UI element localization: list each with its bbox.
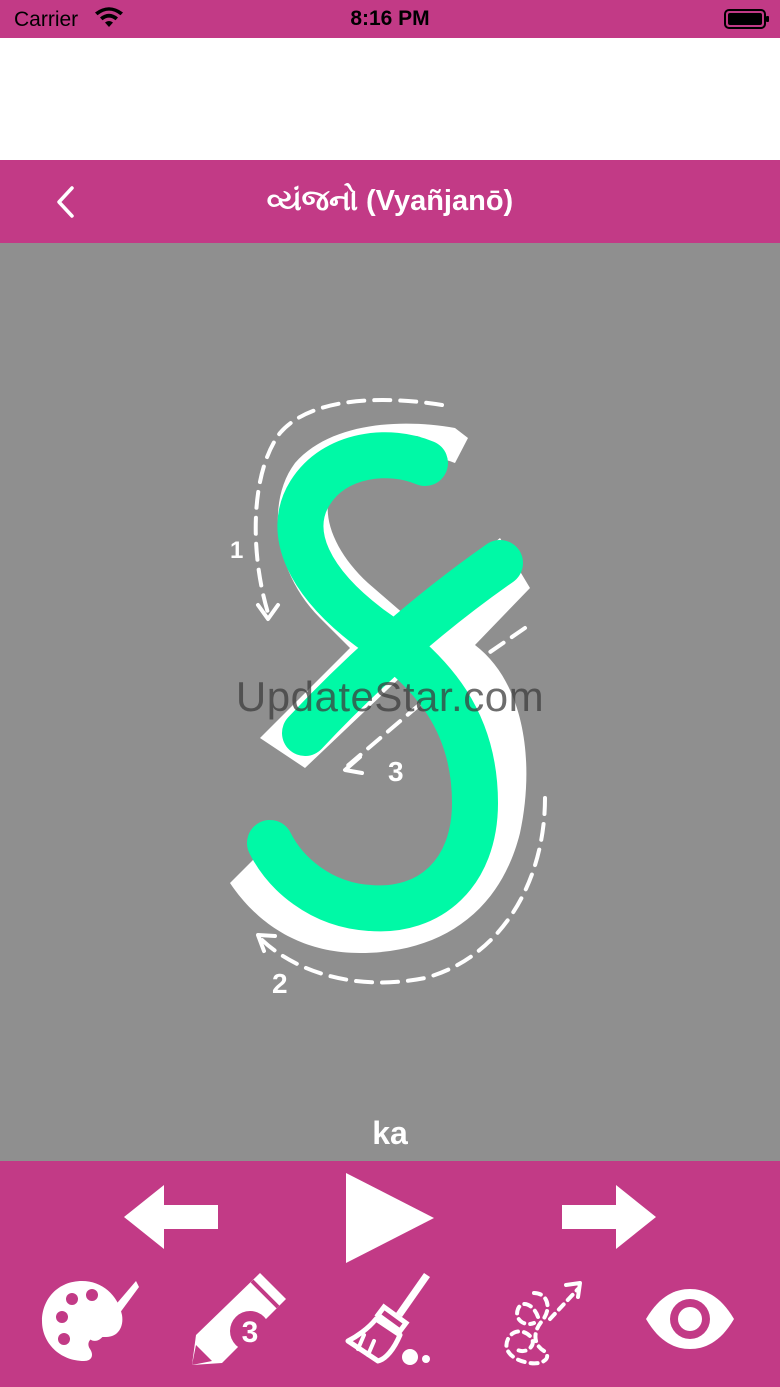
color-palette-button[interactable] bbox=[40, 1277, 140, 1363]
play-animation-button[interactable] bbox=[342, 1171, 436, 1265]
pencil-icon: 3 bbox=[192, 1273, 286, 1365]
battery-icon bbox=[724, 9, 769, 29]
eye-icon bbox=[646, 1289, 734, 1349]
palette-icon bbox=[42, 1281, 139, 1361]
stroke-number-2: 2 bbox=[272, 968, 288, 993]
stroke-number-1: 1 bbox=[230, 537, 243, 564]
arrow-right-icon bbox=[562, 1185, 656, 1249]
nav-bar: વ્યંજનો (Vyañjanō) bbox=[0, 160, 780, 243]
watermark: UpdateStar.com bbox=[235, 673, 545, 720]
stroke-number-3: 3 bbox=[388, 756, 404, 787]
status-bar: Carrier 8:16 PM bbox=[0, 0, 780, 38]
previous-letter-button[interactable] bbox=[122, 1183, 220, 1251]
pencil-size-badge: 3 bbox=[242, 1316, 259, 1349]
page-title: વ્યંજનો (Vyañjanō) bbox=[266, 185, 514, 217]
bottom-toolbar: 3 bbox=[0, 1161, 780, 1387]
play-icon bbox=[346, 1173, 434, 1263]
status-time: 8:16 PM bbox=[350, 7, 430, 30]
clear-canvas-button[interactable] bbox=[344, 1271, 436, 1367]
arrow-left-icon bbox=[124, 1185, 218, 1249]
tracing-canvas[interactable]: 1 2 3 UpdateStar.com ka bbox=[0, 243, 780, 1161]
next-letter-button[interactable] bbox=[560, 1183, 658, 1251]
ad-banner-space bbox=[0, 38, 780, 160]
show-guide-button[interactable] bbox=[644, 1287, 736, 1351]
broom-icon bbox=[345, 1273, 430, 1365]
trace-path-button[interactable] bbox=[494, 1273, 588, 1367]
pencil-size-button[interactable]: 3 bbox=[190, 1271, 290, 1367]
letter-transliteration: ka bbox=[372, 1115, 408, 1151]
dotted-path-icon bbox=[504, 1281, 582, 1366]
